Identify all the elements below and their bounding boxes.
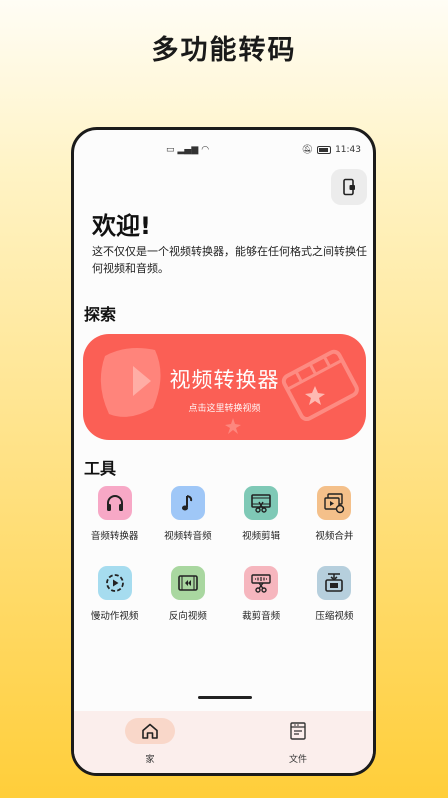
stacked-videos-icon: [317, 486, 352, 520]
welcome-text: 这不仅仅是一个视频转换器，能够在任何格式之间转换任何视频和音频。: [92, 245, 367, 275]
status-time: 11:43: [335, 145, 361, 155]
promo-headline: 多功能转码: [151, 35, 297, 66]
reverse-video-icon: [170, 566, 205, 600]
phone-cast-icon: [343, 178, 355, 196]
tools-grid: 音频转换器 视频转音频 视频剪辑 视频合并 慢动作视频 反向视频 裁剪音频 压缩…: [78, 486, 371, 622]
phone-frame: ▭ ▂▄▆ ◠ 🔕︎ 11:43 欢迎! 这不仅仅是一个视频转换器，能够在任何格…: [71, 127, 376, 776]
tool-label: 慢动作视频: [90, 611, 139, 622]
device-cast-button[interactable]: [331, 169, 367, 205]
film-scissors-icon: [244, 486, 279, 520]
bottom-nav: 家 文件: [74, 711, 373, 773]
explore-heading: 探索: [84, 305, 117, 324]
video-converter-banner[interactable]: 视频转换器 点击这里转换视频: [83, 334, 366, 440]
compress-icon: [317, 566, 352, 600]
tool-audio-converter[interactable]: 音频转换器: [78, 486, 151, 542]
tool-label: 视频剪辑: [242, 531, 281, 542]
tool-compress-video[interactable]: 压缩视频: [298, 566, 371, 622]
tool-video-clip[interactable]: 视频剪辑: [225, 486, 298, 542]
tool-label: 音频转换器: [90, 531, 139, 542]
tool-label: 裁剪音频: [242, 611, 281, 622]
music-note-icon: [170, 486, 205, 520]
nav-home-label: 家: [145, 755, 155, 765]
nav-files-label: 文件: [288, 755, 307, 765]
tool-video-to-audio[interactable]: 视频转音频: [151, 486, 224, 542]
tool-label: 视频转音频: [164, 531, 212, 542]
tool-label: 压缩视频: [315, 611, 354, 622]
mute-bell-icon: 🔕︎: [301, 145, 314, 155]
status-center: ▭ ▂▄▆ ◠: [166, 145, 209, 155]
audio-cut-icon: [244, 566, 279, 600]
welcome-title: 欢迎!: [92, 212, 151, 240]
tool-slow-motion[interactable]: 慢动作视频: [78, 566, 151, 622]
files-icon: [273, 718, 323, 744]
home-icon: [125, 718, 175, 744]
headphones-icon: [97, 486, 132, 520]
banner-subtitle: 点击这里转换视频: [188, 404, 261, 414]
tool-label: 反向视频: [168, 611, 207, 622]
tools-heading: 工具: [84, 459, 117, 478]
nav-home[interactable]: 家: [120, 718, 180, 765]
tool-video-merge[interactable]: 视频合并: [298, 486, 371, 542]
wifi-icon: ◠: [201, 145, 210, 155]
tool-label: 视频合并: [315, 531, 354, 542]
status-bar: ▭ ▂▄▆ ◠ 🔕︎ 11:43: [74, 144, 373, 160]
sim-icon: ▭: [166, 145, 175, 155]
tool-audio-cut[interactable]: 裁剪音频: [225, 566, 298, 622]
tool-reverse-video[interactable]: 反向视频: [151, 566, 224, 622]
home-indicator[interactable]: [198, 696, 252, 699]
status-right: 🔕︎ 11:43: [302, 145, 361, 155]
slow-motion-icon: [97, 566, 132, 600]
battery-icon: [317, 146, 332, 154]
nav-files[interactable]: 文件: [268, 718, 328, 765]
banner-title: 视频转换器: [169, 368, 280, 392]
signal-icon: ▂▄▆: [177, 145, 199, 155]
